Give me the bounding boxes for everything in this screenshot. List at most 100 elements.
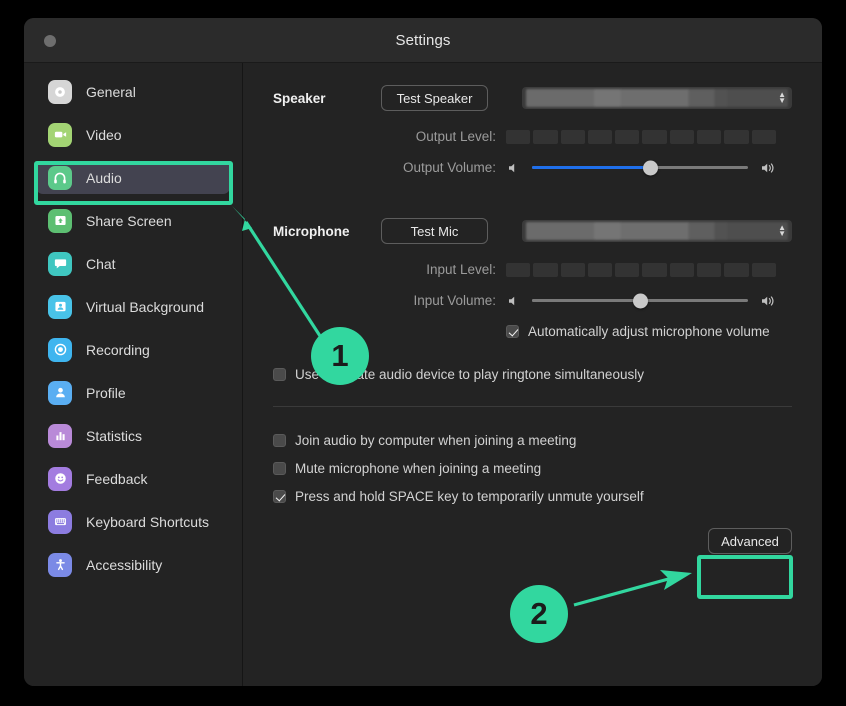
input-volume-slider[interactable] [506,294,776,308]
sidebar-item-profile[interactable]: Profile [36,376,230,409]
window-body: General Video Audio Share Screen Chat Virtual… [24,63,822,686]
chevron-up-down-icon: ▲▼ [778,225,786,237]
settings-window: Settings General Video Audio Share Screen Ch… [24,18,822,686]
input-level-row: Input Level: [273,262,792,277]
meter-segment [697,263,721,277]
advanced-row: Advanced [273,528,792,554]
close-button[interactable] [44,35,56,47]
accessibility-icon [48,553,72,577]
sidebar-item-feedback[interactable]: Feedback [36,462,230,495]
space-unmute-checkbox[interactable] [273,490,286,503]
auto-adjust-checkbox[interactable] [506,325,519,338]
sidebar-item-chat[interactable]: Chat [36,247,230,280]
meter-segment [670,130,694,144]
person-icon [48,381,72,405]
test-speaker-button[interactable]: Test Speaker [381,85,488,111]
meter-segment [724,263,748,277]
join-audio-checkbox[interactable] [273,434,286,447]
sidebar-item-label: Video [86,127,122,143]
meter-segment [506,130,530,144]
meter-segment [588,263,612,277]
page-title: Settings [24,32,822,49]
share-screen-icon [48,209,72,233]
chat-bubble-icon [48,252,72,276]
test-mic-button[interactable]: Test Mic [381,218,488,244]
auto-adjust-label: Automatically adjust microphone volume [528,324,770,339]
meter-segment [533,263,557,277]
speaker-device-value [526,89,788,107]
sidebar-item-video[interactable]: Video [36,118,230,151]
meter-segment [561,130,585,144]
sidebar-item-keyboard-shortcuts[interactable]: Keyboard Shortcuts [36,505,230,538]
sidebar-item-label: Profile [86,385,126,401]
option-row-ringtone[interactable]: Use separate audio device to play ringto… [273,367,792,382]
speaker-high-icon [760,161,776,175]
sidebar-item-label: Chat [86,256,116,272]
sidebar-item-label: Share Screen [86,213,172,229]
microphone-device-value [526,222,788,240]
sidebar-item-accessibility[interactable]: Accessibility [36,548,230,581]
input-volume-row: Input Volume: [273,293,792,308]
input-volume-label: Input Volume: [273,293,506,308]
sidebar-item-general[interactable]: General [36,75,230,108]
option-row-space-unmute[interactable]: Press and hold SPACE key to temporarily … [273,489,792,504]
sidebar-item-recording[interactable]: Recording [36,333,230,366]
meter-segment [588,130,612,144]
option-row-mute-mic[interactable]: Mute microphone when joining a meeting [273,461,792,476]
mute-mic-checkbox[interactable] [273,462,286,475]
output-volume-track[interactable] [532,166,748,169]
output-volume-knob[interactable] [643,160,658,175]
ringtone-checkbox[interactable] [273,368,286,381]
speaker-section-label: Speaker [273,91,369,106]
sidebar-item-share-screen[interactable]: Share Screen [36,204,230,237]
ringtone-label: Use separate audio device to play ringto… [295,367,644,382]
input-volume-track[interactable] [532,299,748,302]
advanced-button[interactable]: Advanced [708,528,792,554]
record-circle-icon [48,338,72,362]
smiley-face-icon [48,467,72,491]
sidebar-item-label: Virtual Background [86,299,204,315]
output-volume-label: Output Volume: [273,160,506,175]
output-volume-fill [532,166,651,169]
microphone-device-select[interactable]: ▲▼ [522,220,792,242]
speaker-row: Speaker Test Speaker ▲▼ [273,85,792,111]
sidebar: General Video Audio Share Screen Chat Virtual… [24,63,243,686]
input-level-label: Input Level: [273,262,506,277]
audio-settings-panel: Speaker Test Speaker ▲▼ Output Level: Ou… [243,63,822,686]
auto-adjust-checkbox-row[interactable]: Automatically adjust microphone volume [506,324,770,339]
mic-high-icon [760,294,776,308]
headphones-icon [48,166,72,190]
sidebar-item-label: General [86,84,136,100]
sidebar-item-statistics[interactable]: Statistics [36,419,230,452]
meter-segment [752,263,776,277]
sidebar-item-label: Feedback [86,471,147,487]
meter-segment [533,130,557,144]
output-volume-slider[interactable] [506,161,776,175]
output-volume-row: Output Volume: [273,160,792,175]
sidebar-item-label: Accessibility [86,557,162,573]
speaker-device-select[interactable]: ▲▼ [522,87,792,109]
sidebar-item-label: Keyboard Shortcuts [86,514,209,530]
microphone-row: Microphone Test Mic ▲▼ [273,218,792,244]
chevron-up-down-icon: ▲▼ [778,92,786,104]
video-camera-icon [48,123,72,147]
person-card-icon [48,295,72,319]
sidebar-item-audio[interactable]: Audio [36,161,230,194]
meter-segment [615,130,639,144]
keyboard-icon [48,510,72,534]
meter-segment [642,130,666,144]
sidebar-item-label: Audio [86,170,122,186]
microphone-section-label: Microphone [273,224,369,239]
sidebar-item-label: Statistics [86,428,142,444]
input-volume-knob[interactable] [633,293,648,308]
section-divider [273,406,792,407]
meter-segment [615,263,639,277]
output-level-label: Output Level: [273,129,506,144]
input-volume-fill [532,299,640,302]
sidebar-item-virtual-background[interactable]: Virtual Background [36,290,230,323]
output-level-meter [506,130,776,144]
option-row-join-audio[interactable]: Join audio by computer when joining a me… [273,433,792,448]
meter-segment [506,263,530,277]
output-level-row: Output Level: [273,129,792,144]
meter-segment [670,263,694,277]
